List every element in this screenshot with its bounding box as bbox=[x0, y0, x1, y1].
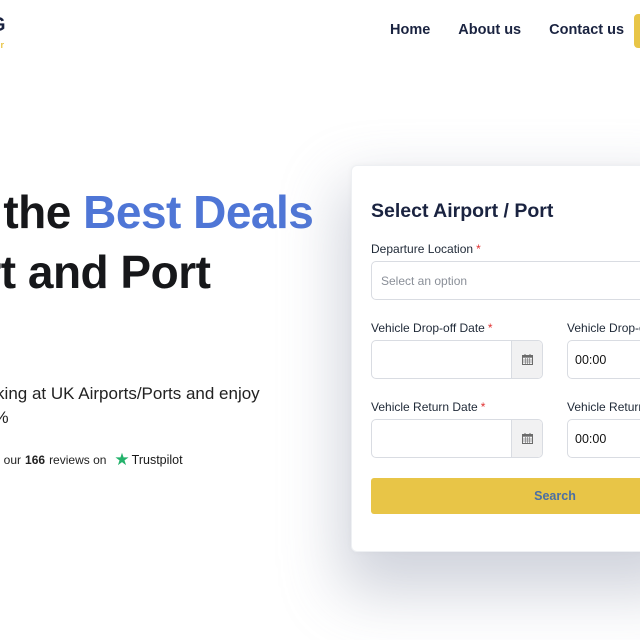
hero-subtitle: Book parking at UK Airports/Ports and en… bbox=[0, 382, 332, 430]
return-time-label: Vehicle Return Time bbox=[567, 400, 640, 414]
nav-home[interactable]: Home bbox=[390, 20, 430, 40]
required-mark: * bbox=[480, 400, 486, 414]
logo-tagline: r bbox=[0, 40, 4, 50]
return-date-label: Vehicle Return Date * bbox=[371, 400, 485, 414]
return-date-input[interactable] bbox=[371, 419, 543, 458]
departure-location-label: Departure Location * bbox=[371, 242, 481, 256]
dropoff-time-value: 00:00 bbox=[575, 352, 607, 367]
search-card-title: Select Airport / Port bbox=[371, 200, 554, 222]
departure-location-select[interactable]: Select an option bbox=[371, 261, 640, 300]
main-nav: Home About us Contact us bbox=[390, 20, 624, 40]
reviews-prefix: See our bbox=[0, 453, 22, 467]
star-icon: ★ bbox=[114, 450, 130, 469]
return-time-input[interactable]: 00:00 bbox=[567, 419, 640, 458]
departure-location-placeholder: Select an option bbox=[381, 273, 468, 288]
hero-subtitle-line-1: Book parking at UK Airports/Ports and en… bbox=[0, 384, 260, 403]
reviews-suffix: reviews on bbox=[49, 453, 107, 467]
logo-text: G bbox=[0, 14, 6, 36]
hero-title-line-1: Find the Best Deals bbox=[0, 182, 314, 242]
dropoff-date-label-text: Vehicle Drop-off Date bbox=[371, 321, 485, 335]
trustpilot-label: Trustpilot bbox=[131, 453, 183, 467]
dropoff-time-label: Vehicle Drop-off Time bbox=[567, 321, 640, 335]
reviews-count: 166 bbox=[25, 453, 46, 467]
hero-subtitle-line-2: up to % bbox=[0, 406, 283, 430]
calendar-icon bbox=[521, 433, 533, 444]
nav-contact-us[interactable]: Contact us bbox=[549, 20, 624, 40]
return-date-label-text: Vehicle Return Date bbox=[371, 400, 478, 414]
return-time-label-text: Vehicle Return Time bbox=[567, 400, 640, 414]
logo[interactable]: G r bbox=[0, 14, 6, 50]
hero-title: Find the Best Deals on Airport and Port … bbox=[0, 182, 314, 362]
calendar-icon bbox=[521, 354, 533, 365]
required-mark: * bbox=[487, 321, 493, 335]
trustpilot-link[interactable]: ★ Trustpilot bbox=[114, 450, 183, 469]
departure-location-label-text: Departure Location bbox=[371, 242, 474, 256]
nav-about-us[interactable]: About us bbox=[458, 20, 521, 40]
dropoff-time-label-text: Vehicle Drop-off Time bbox=[567, 321, 640, 335]
hero-title-line-3: Parking bbox=[0, 302, 212, 362]
hero-title-prefix: Find the bbox=[0, 186, 71, 238]
required-mark: * bbox=[476, 242, 481, 256]
return-time-value: 00:00 bbox=[575, 431, 607, 446]
hero-title-accent: Best Deals bbox=[83, 186, 314, 238]
return-date-calendar-button[interactable] bbox=[511, 420, 542, 457]
hero-title-line-2: on Airport and Port bbox=[0, 246, 211, 298]
header-cta-button[interactable] bbox=[634, 14, 640, 48]
search-button[interactable]: Search bbox=[371, 478, 640, 514]
reviews-summary: See our 166 reviews on ★ Trustpilot bbox=[0, 450, 183, 469]
search-button-label: Search bbox=[534, 489, 576, 503]
dropoff-date-label: Vehicle Drop-off Date * bbox=[371, 321, 493, 335]
dropoff-date-calendar-button[interactable] bbox=[511, 341, 542, 378]
search-card: Select Airport / Port Departure Location… bbox=[351, 165, 640, 552]
dropoff-time-input[interactable]: 00:00 bbox=[567, 340, 640, 379]
dropoff-date-input[interactable] bbox=[371, 340, 543, 379]
